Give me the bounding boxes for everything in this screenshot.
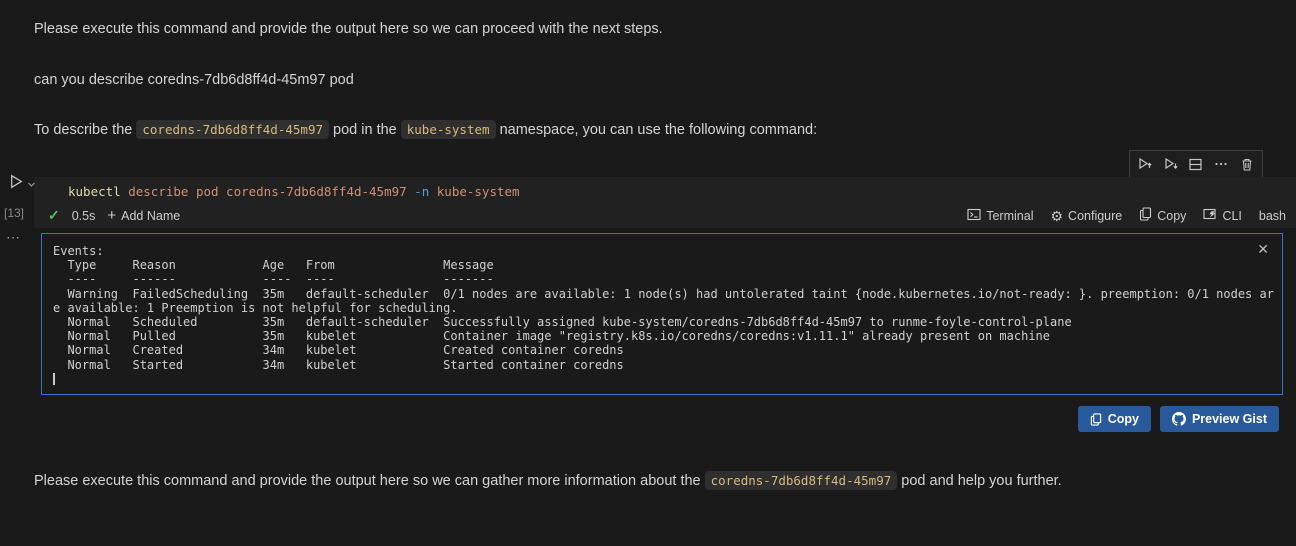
copy-icon	[1090, 412, 1102, 426]
copy-output-label: Copy	[1107, 412, 1139, 426]
intro-prefix: To describe the	[34, 122, 137, 138]
terminal-icon	[967, 208, 981, 224]
terminal-cursor	[53, 372, 55, 385]
gear-icon: ⚙	[1050, 207, 1064, 224]
cell-status-bar: ✓ 0.5s + Add Name Terminal ⚙ Configure C…	[34, 203, 1296, 228]
assistant-message-top: Please execute this command and provide …	[34, 21, 663, 37]
play-icon	[8, 173, 25, 195]
plus-icon: +	[107, 207, 117, 224]
success-check-icon: ✓	[48, 207, 60, 223]
add-name-button[interactable]: + Add Name	[107, 207, 180, 224]
run-dropdown-chevron-icon[interactable]	[27, 176, 36, 194]
inline-code-pod-name-footer: coredns-7db6d8ff4d-45m97	[704, 471, 898, 490]
cell-toolbar	[1129, 150, 1263, 178]
terminal-label: Terminal	[986, 208, 1034, 223]
code-line[interactable]: kubectl describe pod coredns-7db6d8ff4d-…	[34, 177, 1296, 203]
user-question: can you describe coredns-7db6d8ff4d-45m9…	[34, 72, 354, 88]
execute-below-icon[interactable]	[1161, 154, 1181, 174]
more-actions-icon[interactable]	[1211, 154, 1231, 174]
execution-duration: 0.5s	[71, 208, 96, 223]
intro-middle: pod in the	[329, 122, 401, 138]
inline-code-namespace: kube-system	[400, 120, 496, 139]
copy-cell-button[interactable]: Copy	[1139, 207, 1186, 224]
preview-gist-button[interactable]: Preview Gist	[1159, 406, 1279, 432]
status-left: ✓ 0.5s + Add Name	[48, 207, 192, 224]
split-cell-icon[interactable]	[1186, 154, 1206, 174]
output-menu-ellipsis-icon[interactable]: ⋯	[6, 229, 21, 246]
assistant-intro: To describe the coredns-7db6d8ff4d-45m97…	[34, 120, 817, 140]
code-cell: kubectl describe pod coredns-7db6d8ff4d-…	[34, 177, 1296, 228]
run-cell-button[interactable]	[8, 173, 36, 195]
configure-button[interactable]: ⚙ Configure	[1050, 209, 1122, 223]
footer-prefix: Please execute this command and provide …	[34, 473, 705, 489]
execution-count: [13]	[4, 206, 25, 220]
terminal-text: Events: Type Reason Age From Message ---…	[42, 234, 1282, 386]
cli-label: CLI	[1222, 208, 1242, 223]
add-name-label: Add Name	[121, 208, 181, 223]
preview-gist-label: Preview Gist	[1191, 412, 1267, 426]
cell-output-terminal[interactable]: Events: Type Reason Age From Message ---…	[41, 233, 1283, 395]
close-output-icon[interactable]: ✕	[1257, 242, 1269, 256]
output-buttons: Copy Preview Gist	[1077, 406, 1279, 432]
intro-suffix: namespace, you can use the following com…	[495, 122, 818, 138]
terminal-button[interactable]: Terminal	[967, 208, 1033, 224]
assistant-footer: Please execute this command and provide …	[34, 471, 1062, 491]
inline-code-pod-name: coredns-7db6d8ff4d-45m97	[136, 120, 329, 139]
footer-suffix: pod and help you further.	[897, 473, 1062, 489]
cli-button[interactable]: CLI	[1203, 208, 1242, 224]
copy-cell-label: Copy	[1157, 208, 1187, 223]
notebook-screen: Please execute this command and provide …	[0, 0, 1296, 546]
language-indicator[interactable]: bash	[1259, 209, 1286, 223]
cli-icon	[1203, 208, 1217, 224]
execute-above-icon[interactable]	[1135, 154, 1155, 174]
configure-label: Configure	[1068, 208, 1123, 223]
status-right: Terminal ⚙ Configure Copy CLI bash	[950, 207, 1286, 224]
github-icon	[1171, 412, 1186, 426]
copy-output-button[interactable]: Copy	[1077, 406, 1151, 432]
copy-icon	[1139, 207, 1152, 224]
delete-cell-icon[interactable]	[1237, 154, 1257, 174]
